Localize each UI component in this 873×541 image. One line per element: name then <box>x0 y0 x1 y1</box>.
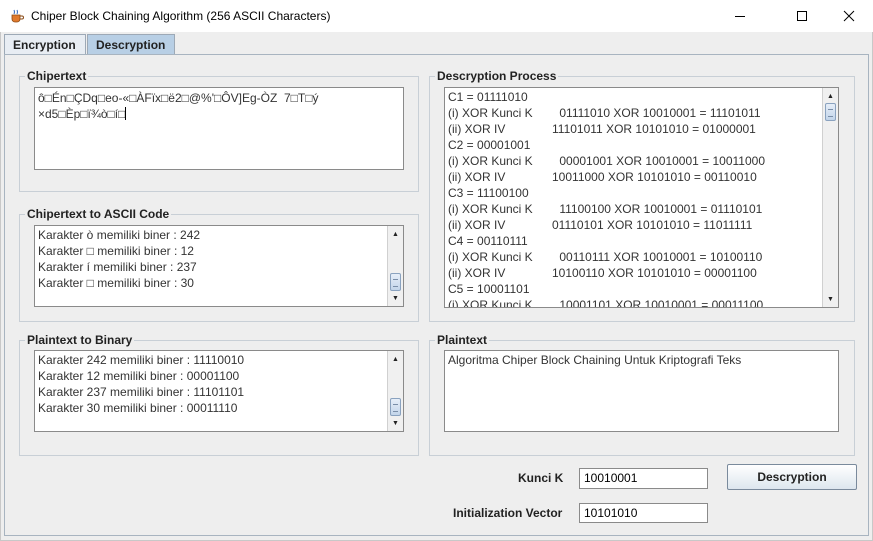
list-item: Karakter 237 memiliki biner : 11101101 <box>38 385 245 399</box>
initialization-vector-field[interactable]: 10101010 <box>579 503 708 523</box>
scroll-up-arrow-icon[interactable]: ▲ <box>388 227 403 241</box>
descryption-panel: Chipertext ô□Én□ÇDq□eo-«□ÀFïx□ë2□@%'□ÔV]… <box>4 54 869 536</box>
list-item: Karakter ò memiliki biner : 242 <box>38 228 201 242</box>
descryption-button[interactable]: Descryption <box>727 464 857 490</box>
plaintext-binary-title: Plaintext to Binary <box>25 333 135 347</box>
list-item: C3 = 11100100 <box>448 186 529 200</box>
initialization-vector-label: Initialization Vector <box>453 506 563 520</box>
close-icon <box>843 10 855 22</box>
plaintext-line: Algoritma Chiper Block Chaining Untuk Kr… <box>448 353 742 367</box>
descryption-process-scrollbar[interactable]: ▲ ▼ <box>822 88 838 307</box>
minimize-icon <box>735 16 745 17</box>
list-item: Karakter □ memiliki biner : 30 <box>38 276 194 290</box>
chipertext-line-2: ×d5□Èp□ï¾ò□í□ <box>38 107 126 121</box>
kunci-k-field[interactable]: 10010001 <box>579 468 708 489</box>
scroll-thumb[interactable] <box>390 398 401 416</box>
main-content: Encryption Descryption Chipertext ô□Én□Ç… <box>0 32 873 541</box>
list-item: C4 = 00110111 <box>448 234 528 248</box>
text-cursor <box>125 107 127 120</box>
list-item: Karakter □ memiliki biner : 12 <box>38 244 194 258</box>
scroll-thumb[interactable] <box>825 103 836 121</box>
list-item: (i) XOR Kunci K 11100100 XOR 10010001 = … <box>448 202 763 216</box>
list-item: (ii) XOR IV 10011000 XOR 10101010 = 0011… <box>448 170 757 184</box>
scroll-up-arrow-icon[interactable]: ▲ <box>823 89 838 103</box>
chipertext-ascii-scrollbar[interactable]: ▲ ▼ <box>387 226 403 306</box>
list-item: C2 = 00001001 <box>448 138 531 152</box>
plaintext-title: Plaintext <box>435 333 490 347</box>
close-button[interactable] <box>826 0 872 32</box>
maximize-button[interactable] <box>779 0 825 32</box>
descryption-process-textarea[interactable]: C1 = 01111010 (i) XOR Kunci K 01111010 X… <box>444 87 839 308</box>
list-item: Karakter 242 memiliki biner : 11110010 <box>38 353 245 367</box>
list-item: (i) XOR Kunci K 10001101 XOR 10010001 = … <box>448 298 764 308</box>
chipertext-line-1: ô□Én□ÇDq□eo-«□ÀFïx□ë2□@%'□ÔV]Eg-ÒZ 7□T□ý <box>38 91 319 105</box>
list-item: (i) XOR Kunci K 00110111 XOR 10010001 = … <box>448 250 763 264</box>
scroll-thumb[interactable] <box>390 273 401 291</box>
plaintext-binary-textarea[interactable]: Karakter 242 memiliki biner : 11110010 K… <box>34 350 404 432</box>
list-item: (ii) XOR IV 10100110 XOR 10101010 = 0000… <box>448 266 757 280</box>
scroll-down-arrow-icon[interactable]: ▼ <box>388 291 403 305</box>
kunci-k-label: Kunci K <box>518 471 564 485</box>
list-item: C5 = 10001101 <box>448 282 530 296</box>
list-item: Karakter 30 memiliki biner : 00011110 <box>38 401 238 415</box>
scroll-down-arrow-icon[interactable]: ▼ <box>823 292 838 306</box>
plaintext-textarea[interactable]: Algoritma Chiper Block Chaining Untuk Kr… <box>444 350 839 432</box>
maximize-icon <box>797 11 807 21</box>
chipertext-textarea[interactable]: ô□Én□ÇDq□eo-«□ÀFïx□ë2□@%'□ÔV]Eg-ÒZ 7□T□ý… <box>34 87 404 170</box>
descryption-process-title: Descryption Process <box>435 69 559 83</box>
list-item: Karakter í memiliki biner : 237 <box>38 260 197 274</box>
list-item: (i) XOR Kunci K 00001001 XOR 10010001 = … <box>448 154 765 168</box>
chipertext-ascii-title: Chipertext to ASCII Code <box>25 207 172 221</box>
plaintext-binary-scrollbar[interactable]: ▲ ▼ <box>387 351 403 431</box>
scroll-up-arrow-icon[interactable]: ▲ <box>388 352 403 366</box>
list-item: C1 = 01111010 <box>448 90 528 104</box>
chipertext-title: Chipertext <box>25 69 89 83</box>
tab-descryption[interactable]: Descryption <box>87 34 175 56</box>
window-title: Chiper Block Chaining Algorithm (256 ASC… <box>31 9 331 23</box>
list-item: (ii) XOR IV 01110101 XOR 10101010 = 1101… <box>448 218 753 232</box>
chipertext-ascii-textarea[interactable]: Karakter ò memiliki biner : 242 Karakter… <box>34 225 404 307</box>
list-item: (i) XOR Kunci K 01111010 XOR 10010001 = … <box>448 106 761 120</box>
list-item: Karakter 12 memiliki biner : 00001100 <box>38 369 240 383</box>
list-item: (ii) XOR IV 11101011 XOR 10101010 = 0100… <box>448 122 756 136</box>
title-bar[interactable]: Chiper Block Chaining Algorithm (256 ASC… <box>0 0 873 32</box>
minimize-button[interactable] <box>717 0 763 32</box>
java-cup-icon <box>11 9 24 23</box>
scroll-down-arrow-icon[interactable]: ▼ <box>388 416 403 430</box>
tab-encryption[interactable]: Encryption <box>4 34 86 55</box>
